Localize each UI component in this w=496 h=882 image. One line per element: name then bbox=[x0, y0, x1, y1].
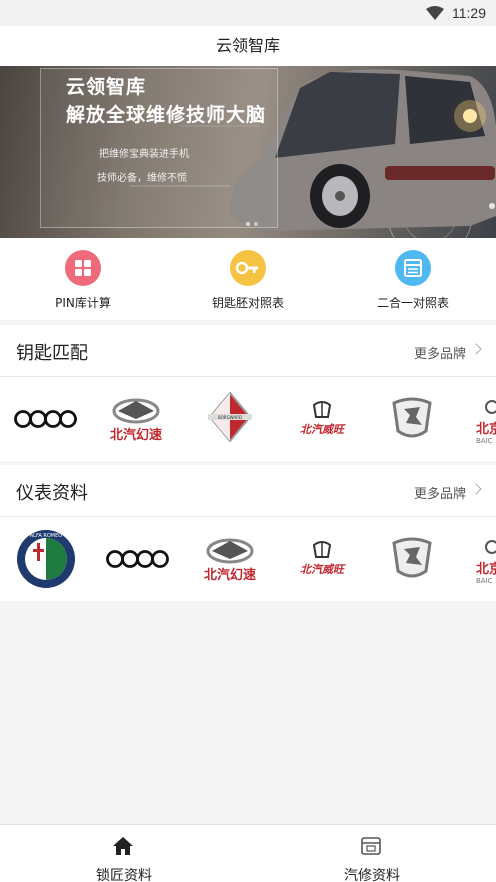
more-brands-link[interactable]: 更多品牌 bbox=[414, 343, 466, 362]
home-icon bbox=[113, 837, 133, 855]
chevron-right-icon bbox=[470, 483, 482, 495]
weiwang-text: 北汽威旺 bbox=[300, 563, 346, 576]
grid-icon bbox=[65, 250, 101, 286]
more-brands-link[interactable]: 更多品牌 bbox=[414, 483, 466, 502]
huansu-text: 北汽幻速 bbox=[110, 427, 162, 443]
promo-banner[interactable]: 云领智库 解放全球维修技师大脑 把维修宝典装进手机 技师必备，维修不慌 bbox=[0, 66, 496, 238]
nav-label: 锁匠资料 bbox=[96, 868, 152, 882]
status-time: 11:29 bbox=[452, 5, 486, 21]
baic-partial-text: 北京 bbox=[476, 421, 496, 437]
borgward-logo[interactable]: BORGWARD bbox=[206, 377, 254, 461]
key-match-header: 钥匙匹配 更多品牌 bbox=[0, 325, 496, 377]
wifi-icon bbox=[426, 6, 444, 20]
chevron-right-icon bbox=[470, 343, 482, 355]
baic-partial-text: 北京 bbox=[476, 561, 496, 577]
baic-huansu-logo[interactable]: 北汽幻速 bbox=[198, 517, 262, 601]
baic-partial-en-text: BAIC bbox=[476, 577, 493, 585]
banner-subtitle-2: 技师必备，维修不慌 bbox=[97, 173, 187, 184]
shortcut-bar: PIN库计算 钥匙胚对照表 二合一对照表 bbox=[0, 238, 496, 320]
dashboard-data-header: 仪表资料 更多品牌 bbox=[0, 465, 496, 517]
dashboard-brand-row: ALFA ROMEO 北汽幻速 北汽威旺 北京 BAIC bbox=[0, 517, 496, 601]
alfa-romeo-logo[interactable]: ALFA ROMEO bbox=[16, 517, 78, 601]
baic-partial-en-text: BAIC bbox=[476, 437, 493, 445]
nav-auto-repair-data[interactable]: 汽修资料 bbox=[248, 825, 496, 882]
alfa-text: ALFA ROMEO bbox=[30, 533, 63, 539]
banner-title-2: 解放全球维修技师大脑 bbox=[66, 104, 267, 126]
banner-subtitle-1: 把维修宝典装进手机 bbox=[99, 149, 189, 160]
bottom-nav: 锁匠资料 汽修资料 bbox=[0, 824, 496, 882]
baic-huansu-logo[interactable]: 北汽幻速 bbox=[104, 377, 168, 461]
page-title: 云领智库 bbox=[0, 26, 496, 66]
baic-partial-logo[interactable]: 北京 BAIC bbox=[472, 377, 496, 461]
section-title: 钥匙匹配 bbox=[16, 343, 88, 364]
shortcut-label: PIN库计算 bbox=[55, 296, 111, 310]
audi-logo[interactable] bbox=[106, 517, 170, 601]
nav-label: 汽修资料 bbox=[344, 868, 400, 882]
shortcut-pin-calc[interactable]: PIN库计算 bbox=[13, 250, 153, 311]
borgward-text: BORGWARD bbox=[218, 415, 242, 420]
baic-weiwang-logo[interactable]: 北汽威旺 bbox=[292, 377, 352, 461]
shortcut-key-blank-chart[interactable]: 钥匙胚对照表 bbox=[178, 250, 318, 311]
key-icon bbox=[230, 250, 266, 286]
table-icon bbox=[395, 250, 431, 286]
shortcut-two-in-one-chart[interactable]: 二合一对照表 bbox=[343, 250, 483, 311]
baic-weiwang-logo[interactable]: 北汽威旺 bbox=[292, 517, 352, 601]
baic-logo[interactable] bbox=[390, 517, 434, 601]
shortcut-label: 二合一对照表 bbox=[376, 296, 449, 310]
weiwang-text: 北汽威旺 bbox=[300, 423, 346, 436]
key-match-brand-row: 北汽幻速 BORGWARD 北汽威旺 北京 BAIC bbox=[0, 377, 496, 461]
status-bar: 11:29 bbox=[0, 0, 496, 26]
nav-locksmith-data[interactable]: 锁匠资料 bbox=[0, 825, 248, 882]
document-icon bbox=[361, 837, 381, 855]
baic-partial-logo[interactable]: 北京 BAIC bbox=[472, 517, 496, 601]
baic-logo[interactable] bbox=[390, 377, 434, 461]
huansu-text: 北汽幻速 bbox=[204, 567, 256, 583]
banner-title-1: 云领智库 bbox=[66, 76, 147, 98]
audi-logo[interactable] bbox=[14, 377, 78, 461]
section-title: 仪表资料 bbox=[16, 483, 88, 504]
shortcut-label: 钥匙胚对照表 bbox=[211, 296, 284, 310]
